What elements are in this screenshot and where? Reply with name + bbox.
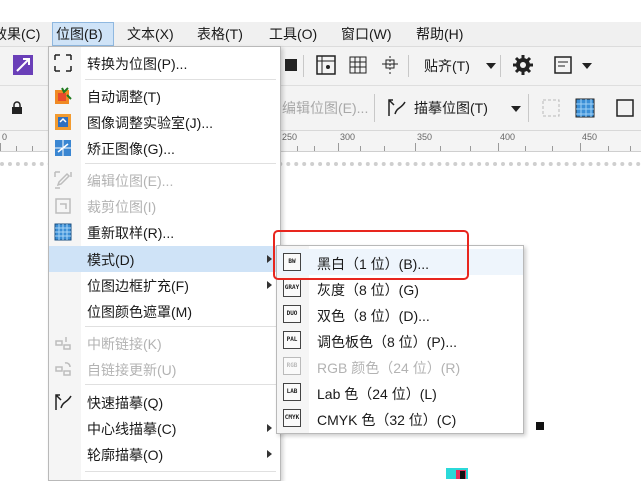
menu-item-resample[interactable]: 重新取样(R)... — [49, 219, 280, 245]
menu-item-label: 中心线描摹(C) — [87, 421, 177, 437]
guidelines-icon[interactable] — [377, 52, 403, 78]
annotation-highlight-box — [273, 230, 469, 280]
chevron-down-icon-2[interactable] — [574, 53, 600, 79]
menu-item-quick-trace[interactable]: 快速描摹(Q) — [49, 389, 280, 415]
selection-handle[interactable] — [536, 422, 544, 430]
break-link-icon — [53, 333, 73, 353]
frame-icon[interactable] — [612, 95, 638, 121]
submenu-item-label: 灰度（8 位）(G) — [317, 282, 419, 298]
chevron-down-icon-3[interactable] — [503, 96, 529, 122]
trace-bitmap-icon[interactable] — [384, 95, 410, 121]
menu-item-centerline-trace[interactable]: 中心线描摹(C) — [49, 415, 280, 441]
submenu-item-cmyk[interactable]: CMYK CMYK 色（32 位）(C) — [277, 405, 523, 431]
submenu-arrow-icon — [267, 255, 272, 263]
menu-item-auto-adjust[interactable]: 自动调整(T) — [49, 83, 280, 109]
options-icon[interactable] — [550, 52, 576, 78]
palette-mode-icon: PAL — [283, 331, 301, 349]
menu-item-label: 模式(D) — [87, 252, 135, 268]
submenu-item-duotone[interactable]: DUO 双色（8 位）(D)... — [277, 301, 523, 327]
submenu-item-label: CMYK 色（32 位）(C) — [317, 412, 457, 428]
menu-item-label: 自动调整(T) — [87, 89, 161, 105]
menu-item-bitmap-border[interactable]: 位图边框扩充(F) — [49, 272, 280, 298]
cmyk-mode-icon: CMYK — [283, 409, 301, 427]
menu-effects[interactable]: 效果(C) — [0, 22, 43, 46]
resample-toolbar-icon[interactable] — [572, 95, 598, 121]
menu-bar: 效果(C) 位图(B) 文本(X) 表格(T) 工具(O) 窗口(W) 帮助(H… — [0, 22, 641, 47]
submenu-item-rgb[interactable]: RGB RGB 颜色（24 位）(R) — [277, 353, 523, 379]
title-strip — [0, 0, 641, 22]
menu-item-edit-bitmap[interactable]: 编辑位图(E)... — [49, 167, 280, 193]
menu-item-outline-trace[interactable]: 轮廓描摹(O) — [49, 441, 280, 467]
submenu-item-paletted[interactable]: PAL 调色板色（8 位）(P)... — [277, 327, 523, 353]
submenu-item-label: 双色（8 位）(D)... — [317, 308, 430, 324]
menu-item-label: 重新取样(R)... — [87, 225, 175, 241]
menu-item-label: 转换为位图(P)... — [87, 56, 188, 72]
menu-item-label: 编辑位图(E)... — [87, 173, 174, 189]
rgb-mode-icon: RGB — [283, 357, 301, 375]
square-icon[interactable] — [278, 52, 304, 78]
menu-text[interactable]: 文本(X) — [124, 22, 177, 46]
submenu-arrow-icon — [267, 281, 272, 289]
snap-to-dropdown[interactable]: 贴齐(T) — [424, 56, 470, 76]
menu-item-update-link[interactable]: 自链接更新(U) — [49, 356, 280, 382]
bitmap-tool-icon[interactable] — [10, 52, 36, 78]
menu-item-label: 轮廓描摹(O) — [87, 447, 164, 463]
edit-bitmap-icon — [53, 170, 73, 190]
quick-trace-icon — [53, 392, 73, 412]
image-lab-icon — [53, 112, 73, 132]
crop-dim-icon[interactable] — [538, 95, 564, 121]
auto-adjust-icon — [53, 86, 73, 106]
menu-item-crop-bitmap[interactable]: 裁剪位图(I) — [49, 193, 280, 219]
lab-mode-icon: LAB — [283, 383, 301, 401]
menu-tools[interactable]: 工具(O) — [266, 22, 320, 46]
menu-item-label: 位图边框扩充(F) — [87, 278, 189, 294]
menu-item-label: 中断链接(K) — [87, 336, 162, 352]
submenu-item-label: RGB 颜色（24 位）(R) — [317, 360, 461, 376]
convert-bitmap-icon — [53, 53, 73, 73]
menu-item-break-link[interactable]: 中断链接(K) — [49, 330, 280, 356]
menu-window[interactable]: 窗口(W) — [338, 22, 395, 46]
submenu-arrow-icon — [267, 450, 272, 458]
submenu-item-lab[interactable]: LAB Lab 色（24 位）(L) — [277, 379, 523, 405]
edit-bitmap-button[interactable]: 编辑位图(E)... — [282, 98, 368, 118]
menu-item-label: 位图颜色遮罩(M) — [87, 304, 192, 320]
menu-item-label: 矫正图像(G)... — [87, 141, 175, 157]
menu-item-label: 裁剪位图(I) — [87, 199, 157, 215]
straighten-icon — [53, 138, 73, 158]
update-link-icon — [53, 359, 73, 379]
menu-item-image-adjust-lab[interactable]: 图像调整实验室(J)... — [49, 109, 280, 135]
trace-bitmap-button[interactable]: 描摹位图(T) — [414, 98, 488, 118]
menu-bitmap[interactable]: 位图(B) — [52, 22, 114, 46]
menu-item-label: 图像调整实验室(J)... — [87, 115, 213, 131]
menu-table[interactable]: 表格(T) — [194, 22, 246, 46]
canvas-object[interactable] — [446, 468, 468, 479]
crop-bitmap-icon — [53, 196, 73, 216]
duotone-mode-icon: DUO — [283, 305, 301, 323]
menu-item-bitmap-color-mask[interactable]: 位图颜色遮罩(M) — [49, 298, 280, 324]
lock-icon[interactable] — [4, 95, 30, 121]
grayscale-mode-icon: GRAY — [283, 279, 301, 297]
menu-item-straighten-image[interactable]: 矫正图像(G)... — [49, 135, 280, 161]
grid-icon[interactable] — [345, 52, 371, 78]
menu-item-convert-to-bitmap[interactable]: 转换为位图(P)... — [49, 50, 280, 76]
bitmap-menu: 转换为位图(P)... 自动调整(T) 图像调整实验室(J)... 矫正图像(G… — [48, 46, 281, 481]
gear-icon[interactable] — [510, 52, 536, 78]
rulers-icon[interactable] — [313, 52, 339, 78]
submenu-arrow-icon — [267, 424, 272, 432]
menu-help[interactable]: 帮助(H) — [413, 22, 466, 46]
submenu-item-label: Lab 色（24 位）(L) — [317, 386, 437, 402]
resample-icon — [53, 222, 73, 242]
submenu-item-label: 调色板色（8 位）(P)... — [317, 334, 458, 350]
menu-item-label: 快速描摹(Q) — [87, 395, 164, 411]
menu-item-label: 自链接更新(U) — [87, 362, 177, 378]
menu-item-mode[interactable]: 模式(D) — [49, 246, 280, 272]
